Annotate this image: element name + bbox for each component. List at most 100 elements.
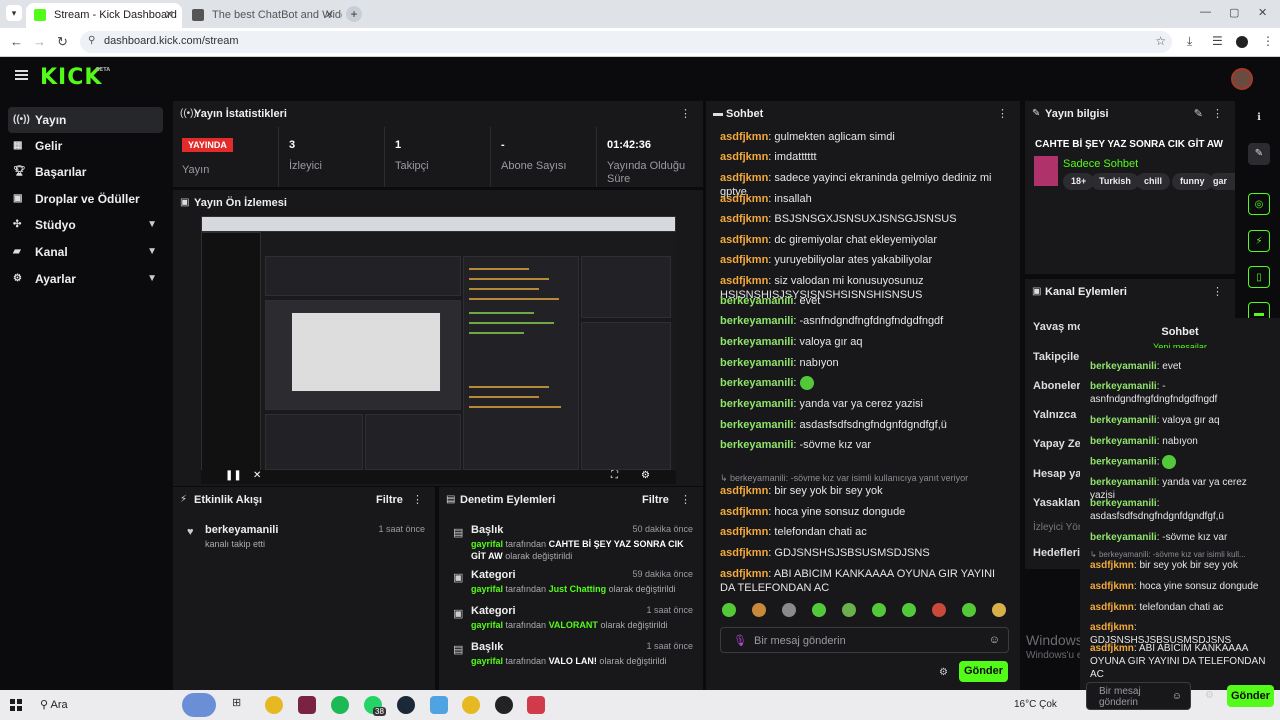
media-icon[interactable]: ☰ <box>1212 34 1223 48</box>
info-icon[interactable]: ℹ <box>1248 107 1270 129</box>
chat-input[interactable]: 🎙︎ Bir mesaj gönderin ☺ <box>720 627 1009 653</box>
chat-username[interactable]: berkeyamanili <box>1090 415 1157 426</box>
capture-icon[interactable]: ◎ <box>1248 193 1270 215</box>
chat-username[interactable]: berkeyamanili <box>1090 457 1157 468</box>
app-icon[interactable] <box>298 696 316 714</box>
chat-username[interactable]: asdfjkmn <box>720 172 768 184</box>
tab-search-icon[interactable]: ▾ <box>6 5 22 21</box>
emote-icon[interactable] <box>902 603 916 617</box>
chat-username[interactable]: berkeyamanili <box>1090 532 1157 543</box>
filter-button[interactable]: Filtre <box>376 494 403 506</box>
bookmark-star-icon[interactable]: ☆ <box>1155 34 1166 48</box>
lightning-icon[interactable]: ⚡︎ <box>1248 230 1270 252</box>
popout-chat-input-field[interactable]: Bir mesaj gönderin ☺ <box>1086 682 1191 710</box>
kick-logo[interactable]: KICK BETA <box>40 65 110 90</box>
chat-username[interactable]: berkeyamanili <box>1090 361 1157 372</box>
close-tab-icon[interactable]: ✕ <box>165 3 174 27</box>
new-messages-banner[interactable]: Yeni mesajlar <box>1080 342 1280 348</box>
url-field[interactable]: ⚲ dashboard.kick.com/stream ☆ <box>80 31 1172 53</box>
category-name[interactable]: Sadece Sohbet <box>1063 158 1138 170</box>
obs-icon[interactable] <box>495 696 513 714</box>
chat-username[interactable]: berkeyamanili <box>720 398 793 410</box>
chat-username[interactable]: berkeyamanili <box>1090 436 1157 447</box>
chat-username[interactable]: asdfjkmn <box>720 234 768 246</box>
steam-icon[interactable] <box>397 696 415 714</box>
sidebar-item-ayarlar[interactable]: ⚙ Ayarlar ▼ <box>8 266 163 292</box>
windows-start-icon[interactable] <box>10 699 22 711</box>
emote-icon[interactable] <box>872 603 886 617</box>
emote-icon[interactable] <box>752 603 766 617</box>
chat-settings-icon[interactable]: ⚙ <box>939 667 948 678</box>
microphone-icon[interactable]: 🎙︎ <box>733 634 747 647</box>
tag-chip[interactable]: chill <box>1136 173 1171 190</box>
sidebar-item-gelir[interactable]: ▦ Gelir <box>8 133 163 159</box>
chat-username[interactable]: asdfjkmn <box>720 275 768 287</box>
chat-username[interactable]: berkeyamanili <box>1090 381 1157 392</box>
browser-menu-icon[interactable]: ⋮ <box>1262 34 1274 48</box>
tag-chip[interactable]: 18+ <box>1063 173 1095 190</box>
chat-username[interactable]: asdfjkmn <box>720 151 768 163</box>
weather-widget[interactable]: 16°C Çok <box>1014 699 1057 710</box>
valorant-icon[interactable] <box>527 696 545 714</box>
taskbar-search[interactable]: ⚲ Ara <box>40 698 68 711</box>
forward-icon[interactable]: → <box>33 34 46 49</box>
chat-username[interactable]: asdfjkmn <box>1090 560 1134 571</box>
chat-username[interactable]: asdfjkmn <box>1090 622 1134 633</box>
emote-icon[interactable] <box>932 603 946 617</box>
site-info-icon[interactable]: ⚲ <box>88 35 95 46</box>
more-options-icon[interactable]: ⋮ <box>1212 107 1223 120</box>
profile-icon[interactable] <box>1236 36 1248 48</box>
chat-username[interactable]: asdfjkmn <box>720 526 768 538</box>
popout-settings-icon[interactable]: ⚙ <box>1205 690 1214 701</box>
sidebar-item-basarilar[interactable]: 🏆︎ Başarılar <box>8 159 163 185</box>
chat-username[interactable]: berkeyamanili <box>720 419 793 431</box>
hamburger-menu-icon[interactable] <box>15 70 28 80</box>
chat-username[interactable]: asdfjkmn <box>1090 602 1134 613</box>
files-icon[interactable] <box>430 696 448 714</box>
taskbar-widget-icon[interactable] <box>182 693 216 717</box>
fullscreen-icon[interactable]: ⛶ <box>611 470 618 481</box>
chat-username[interactable]: berkeyamanili <box>720 295 793 307</box>
send-button[interactable]: Gönder <box>959 661 1008 682</box>
emote-icon[interactable] <box>812 603 826 617</box>
tag-chip[interactable]: Turkish <box>1091 173 1139 190</box>
chat-username[interactable]: berkeyamanili <box>1090 477 1157 488</box>
more-options-icon[interactable]: ⋮ <box>997 107 1008 120</box>
minimize-icon[interactable]: — <box>1200 6 1211 18</box>
chat-username[interactable]: berkeyamanili <box>720 357 793 369</box>
emote-icon[interactable] <box>992 603 1006 617</box>
chat-username[interactable]: asdfjkmn <box>1090 581 1134 592</box>
reload-icon[interactable]: ↻ <box>57 34 68 50</box>
emote-icon[interactable] <box>962 603 976 617</box>
more-options-icon[interactable]: ⋮ <box>680 107 691 120</box>
tab-chatbot-widgets[interactable]: The best ChatBot and Widgets ✕ <box>184 3 342 28</box>
restore-icon[interactable]: ▢ <box>1229 6 1239 19</box>
spotify-icon[interactable] <box>331 696 349 714</box>
pause-icon[interactable]: ❚❚ <box>225 470 242 481</box>
tag-chip[interactable]: gar <box>1209 173 1235 190</box>
tablet-icon[interactable]: ▯ <box>1248 266 1270 288</box>
chat-username[interactable]: berkeyamanili <box>1090 498 1157 509</box>
chrome-active-icon[interactable] <box>462 696 480 714</box>
sidebar-item-droplar[interactable]: ▣ Droplar ve Ödüller <box>8 186 163 212</box>
emoji-icon[interactable]: ☺ <box>989 634 1000 646</box>
chat-username[interactable]: asdfjkmn <box>720 254 768 266</box>
more-options-icon[interactable]: ⋮ <box>412 493 423 506</box>
chrome-icon[interactable] <box>265 696 283 714</box>
close-window-icon[interactable]: ✕ <box>1258 6 1267 19</box>
chat-username[interactable]: berkeyamanili <box>720 377 793 389</box>
new-tab-button[interactable]: + <box>346 6 362 22</box>
emote-icon[interactable] <box>722 603 736 617</box>
chat-username[interactable]: asdfjkmn <box>720 568 768 580</box>
more-options-icon[interactable]: ⋮ <box>1212 285 1223 298</box>
user-avatar[interactable] <box>1231 68 1253 90</box>
more-options-icon[interactable]: ⋮ <box>680 493 691 506</box>
chat-username[interactable]: asdfjkmn <box>720 213 768 225</box>
sidebar-item-studyo[interactable]: ✣ Stüdyo ▼ <box>8 212 163 238</box>
chat-username[interactable]: berkeyamanili <box>720 336 793 348</box>
filter-button[interactable]: Filtre <box>642 494 669 506</box>
chat-username[interactable]: asdfjkmn <box>720 547 768 559</box>
chat-username[interactable]: berkeyamanili <box>720 439 793 451</box>
chat-username[interactable]: asdfjkmn <box>720 506 768 518</box>
chat-username[interactable]: asdfjkmn <box>720 131 768 143</box>
